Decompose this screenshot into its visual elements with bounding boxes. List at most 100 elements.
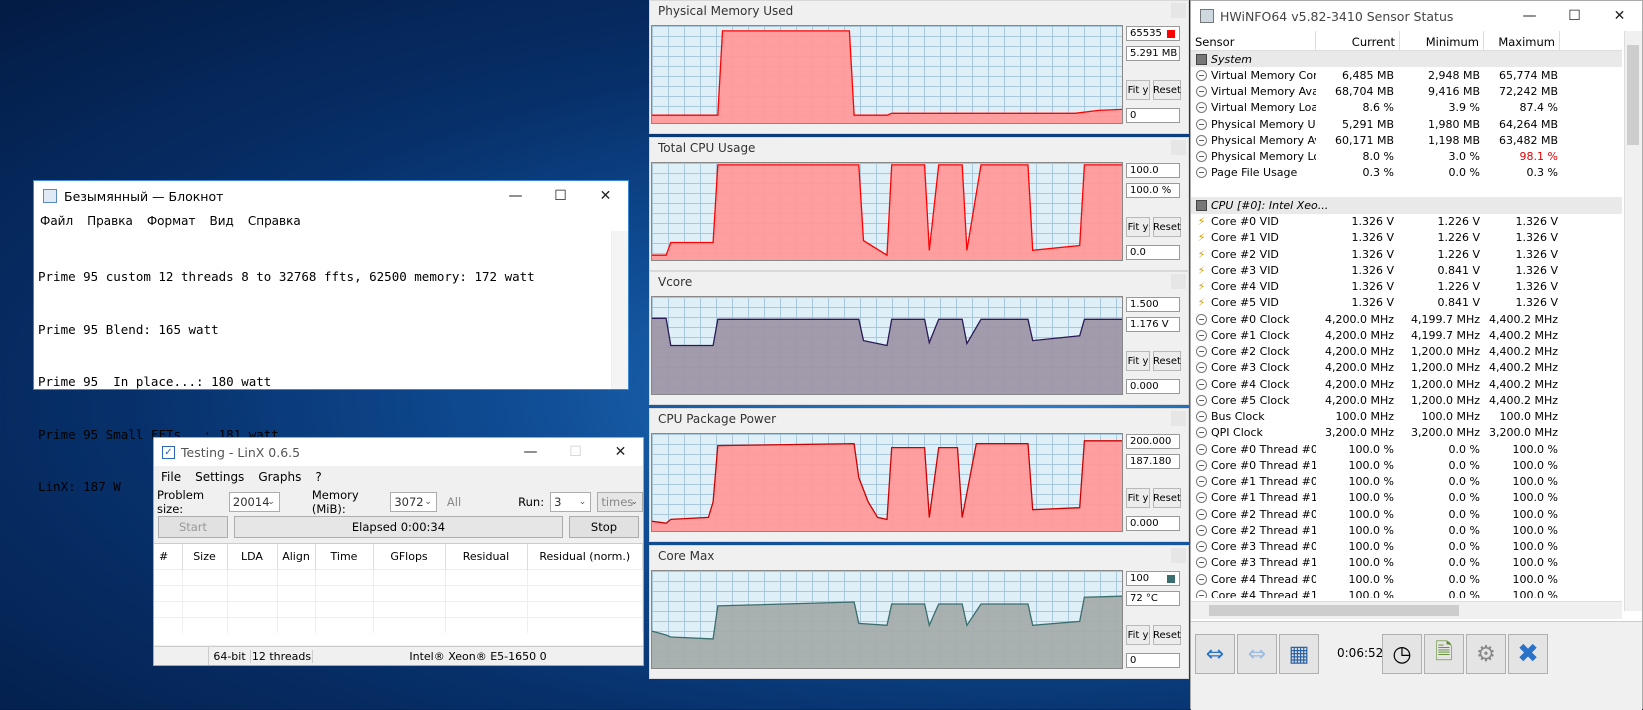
sensor-row[interactable]: −Physical Memory Load 8.0 % 3.0 % 98.1 % <box>1191 149 1622 165</box>
reset-button[interactable]: Reset <box>1153 488 1181 508</box>
sensor-row[interactable]: − Core #1 Clock 4,200.0 MHz 4,199.7 MHz 4,40… <box>1191 327 1622 343</box>
sensor-row[interactable]: −Virtual Memory Com... 6,485 MB 2,948 MB 65… <box>1191 67 1622 83</box>
sensor-row[interactable]: ⚡ Core #3 VID 1.326 V 0.841 V 1.326 V <box>1191 262 1622 278</box>
sensor-row[interactable]: − Page File Usage 0.3 % 0.0 % 0.3 % <box>1191 165 1622 181</box>
graph-close-button[interactable] <box>1171 3 1186 18</box>
menu-settings[interactable]: Settings <box>195 470 244 484</box>
sensor-row[interactable]: ⚡ Core #4 VID 1.326 V 1.226 V 1.326 V <box>1191 279 1622 295</box>
fit-y-button[interactable]: Fit y <box>1126 217 1150 237</box>
sensor-scrollbar-horizontal[interactable] <box>1191 601 1622 619</box>
sensor-scrollbar-vertical[interactable] <box>1624 31 1642 611</box>
sensor-row[interactable]: − Core #2 Clock 4,200.0 MHz 1,200.0 MHz 4,40… <box>1191 344 1622 360</box>
sensor-row[interactable]: −Core #4 Thread #1... 100.0 % 0.0 % 100.0 % <box>1191 587 1622 598</box>
sensor-row[interactable]: −Core #0 Thread #1... 100.0 % 0.0 % 100.0 % <box>1191 457 1622 473</box>
linx-titlebar[interactable]: ✓ Testing - LinX 0.6.5 — ☐ ✕ <box>154 438 643 466</box>
column-header[interactable]: Size <box>182 544 228 569</box>
notepad-text-area[interactable]: Prime 95 custom 12 threads 8 to 32768 ff… <box>38 233 610 494</box>
all-button[interactable]: All <box>447 495 461 509</box>
sensor-row[interactable]: − Virtual Memory Load 8.6 % 3.9 % 87.4 % <box>1191 100 1622 116</box>
sensor-row[interactable]: − Core #5 Clock 4,200.0 MHz 1,200.0 MHz 4,40… <box>1191 392 1622 408</box>
close-icon[interactable]: ✕ <box>1597 1 1642 31</box>
sensor-row[interactable]: ⚡ Core #2 VID 1.326 V 1.226 V 1.326 V <box>1191 246 1622 262</box>
fit-y-button[interactable]: Fit y <box>1126 625 1150 645</box>
fit-y-button[interactable]: Fit y <box>1126 80 1150 100</box>
scroll-thumb[interactable] <box>1627 45 1639 145</box>
stop-button[interactable]: Stop <box>569 516 639 538</box>
report-icon[interactable]: 🗎 <box>1424 634 1464 674</box>
sensor-row[interactable]: − Bus Clock 100.0 MHz 100.0 MHz 100.0 MHz <box>1191 409 1622 425</box>
column-header[interactable]: Residual <box>445 544 528 569</box>
times-combo[interactable]: times ⌄ <box>597 492 643 512</box>
sensor-group-row[interactable]: CPU [#0]: Intel Xeo... <box>1191 197 1622 214</box>
sensor-row[interactable]: −Core #1 Thread #1... 100.0 % 0.0 % 100.0 % <box>1191 490 1622 506</box>
maximize-icon[interactable]: ☐ <box>1552 1 1597 31</box>
column-header[interactable]: Current <box>1316 31 1400 50</box>
column-header[interactable]: Sensor <box>1191 31 1316 50</box>
memory-combo[interactable]: 3072 ⌄ <box>390 492 437 512</box>
close-icon[interactable]: ✕ <box>583 181 628 211</box>
sensor-row[interactable]: −Core #3 Thread #1... 100.0 % 0.0 % 100.0 % <box>1191 555 1622 571</box>
color-swatch[interactable] <box>1167 575 1175 583</box>
run-combo[interactable]: 3 ⌄ <box>550 492 592 512</box>
sensor-row[interactable]: −Core #4 Thread #0... 100.0 % 0.0 % 100.0 % <box>1191 571 1622 587</box>
graph-close-button[interactable] <box>1171 274 1186 289</box>
column-header[interactable]: Align <box>277 544 316 569</box>
close-x-icon[interactable]: ✖ <box>1508 634 1548 674</box>
menu-file[interactable]: File <box>161 470 181 484</box>
sensor-row[interactable]: −Core #0 Thread #0... 100.0 % 0.0 % 100.0 % <box>1191 441 1622 457</box>
sensor-row[interactable]: − Core #0 Clock 4,200.0 MHz 4,199.7 MHz 4,40… <box>1191 311 1622 327</box>
menu-help[interactable]: Справка <box>248 214 301 228</box>
fit-y-button[interactable]: Fit y <box>1126 351 1150 371</box>
sensor-row[interactable]: ⚡ Core #0 VID 1.326 V 1.226 V 1.326 V <box>1191 214 1622 230</box>
minimize-icon[interactable]: — <box>1507 1 1552 31</box>
reset-button[interactable]: Reset <box>1153 80 1181 100</box>
column-header[interactable]: GFlops <box>373 544 446 569</box>
sensor-row[interactable]: −Core #3 Thread #0... 100.0 % 0.0 % 100.0 % <box>1191 539 1622 555</box>
sensor-group-row[interactable]: System <box>1191 51 1622 68</box>
close-icon[interactable]: ✕ <box>598 438 643 466</box>
sensor-row[interactable]: −Core #2 Thread #0... 100.0 % 0.0 % 100.0 % <box>1191 506 1622 522</box>
menu-graphs[interactable]: Graphs <box>258 470 301 484</box>
column-header[interactable]: # <box>154 544 183 569</box>
hwinfo-titlebar[interactable]: HWiNFO64 v5.82-3410 Sensor Status — ☐ ✕ <box>1191 1 1642 31</box>
menu-help[interactable]: ? <box>315 470 321 484</box>
sensor-row[interactable]: −Core #1 Thread #0... 100.0 % 0.0 % 100.0 % <box>1191 474 1622 490</box>
sensor-row[interactable]: − Core #3 Clock 4,200.0 MHz 1,200.0 MHz 4,40… <box>1191 360 1622 376</box>
network-icon[interactable]: ▦ <box>1279 634 1319 674</box>
sensor-row[interactable]: −Virtual Memory Avai... 68,704 MB 9,416 MB… <box>1191 84 1622 100</box>
column-header[interactable]: Time <box>315 544 374 569</box>
reset-button[interactable]: Reset <box>1153 351 1181 371</box>
notepad-titlebar[interactable]: Безымянный — Блокнот — ☐ ✕ <box>34 181 628 211</box>
reset-button[interactable]: Reset <box>1153 217 1181 237</box>
menu-format[interactable]: Формат <box>147 214 196 228</box>
sensor-row[interactable]: −Core #2 Thread #1... 100.0 % 0.0 % 100.0 % <box>1191 522 1622 538</box>
color-swatch[interactable] <box>1167 30 1175 38</box>
start-button[interactable]: Start <box>158 516 228 538</box>
menu-view[interactable]: Вид <box>210 214 234 228</box>
clock-icon[interactable]: ◷ <box>1382 634 1422 674</box>
arrows-left-right-icon[interactable]: ⇔ <box>1195 634 1235 674</box>
graph-close-button[interactable] <box>1171 140 1186 155</box>
sensor-row[interactable]: −Physical Memory Used 5,291 MB 1,980 MB 64,… <box>1191 116 1622 132</box>
menu-file[interactable]: Файл <box>40 214 73 228</box>
sensor-row[interactable]: − Core #4 Clock 4,200.0 MHz 1,200.0 MHz 4,40… <box>1191 376 1622 392</box>
column-header[interactable]: Maximum <box>1484 31 1560 50</box>
fit-y-button[interactable]: Fit y <box>1126 488 1150 508</box>
maximize-icon[interactable]: ☐ <box>538 181 583 211</box>
sensor-row[interactable]: −Physical Memory Av... 60,171 MB 1,198 MB 6… <box>1191 132 1622 148</box>
sensor-row[interactable]: ⚡ Core #5 VID 1.326 V 0.841 V 1.326 V <box>1191 295 1622 311</box>
reset-button[interactable]: Reset <box>1153 625 1181 645</box>
column-header[interactable]: Residual (norm.) <box>527 544 643 569</box>
menu-edit[interactable]: Правка <box>87 214 133 228</box>
minimize-icon[interactable]: — <box>493 181 538 211</box>
problem-size-combo[interactable]: 20014 ⌄ <box>228 492 280 512</box>
scroll-thumb[interactable] <box>1209 605 1459 616</box>
column-header[interactable]: LDA <box>227 544 278 569</box>
graph-close-button[interactable] <box>1171 411 1186 426</box>
graph-close-button[interactable] <box>1171 548 1186 563</box>
notepad-scrollbar[interactable] <box>611 231 628 389</box>
settings-icon[interactable]: ⚙ <box>1466 634 1506 674</box>
sensor-row[interactable]: − QPI Clock 3,200.0 MHz 3,200.0 MHz 3,200.0 … <box>1191 425 1622 441</box>
sensor-row[interactable]: ⚡ Core #1 VID 1.326 V 1.226 V 1.326 V <box>1191 230 1622 246</box>
column-header[interactable]: Minimum <box>1400 31 1484 50</box>
